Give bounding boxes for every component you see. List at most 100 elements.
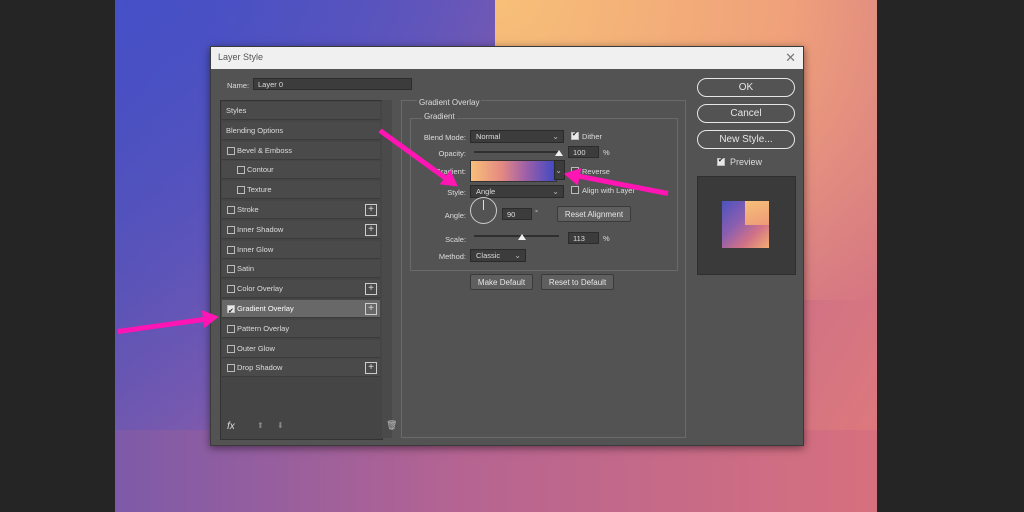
- close-icon[interactable]: ✕: [785, 50, 796, 66]
- reset-to-default-button[interactable]: Reset to Default: [541, 274, 614, 290]
- style-checkbox[interactable]: [237, 166, 245, 175]
- dither-label: Dither: [582, 132, 603, 141]
- gradient-group-title: Gradient: [422, 112, 457, 121]
- style-checkbox[interactable]: [227, 364, 235, 373]
- method-dropdown[interactable]: Classic ⌄: [470, 249, 526, 262]
- style-item-label: Outer Glow: [237, 343, 275, 353]
- chevron-down-icon: ⌄: [555, 166, 562, 175]
- add-instance-icon[interactable]: +: [365, 283, 377, 296]
- styles-list-item[interactable]: Stroke +: [222, 201, 380, 219]
- styles-list-item[interactable]: Drop Shadow +: [222, 359, 380, 378]
- align-with-layer-checkbox[interactable]: [571, 186, 579, 194]
- style-checkbox[interactable]: [227, 265, 235, 274]
- chevron-down-icon: ⌄: [552, 132, 559, 141]
- angle-label: Angle:: [444, 211, 466, 220]
- style-item-label: Stroke: [237, 205, 259, 214]
- styles-list-item[interactable]: Bevel & Emboss: [222, 141, 380, 160]
- add-instance-icon[interactable]: +: [365, 223, 377, 236]
- method-label: Method:: [438, 252, 466, 261]
- dither-checkbox[interactable]: [571, 130, 579, 140]
- styles-list-item[interactable]: Color Overlay +: [222, 280, 380, 299]
- style-checkbox[interactable]: [237, 186, 245, 195]
- style-checkbox[interactable]: [227, 303, 235, 321]
- scale-label: Scale:: [445, 235, 466, 244]
- add-instance-icon[interactable]: +: [365, 204, 377, 216]
- styles-list-item[interactable]: Satin: [222, 260, 380, 279]
- style-item-label: Drop Shadow: [237, 363, 283, 373]
- styles-list-item[interactable]: Gradient Overlay +: [222, 300, 380, 321]
- layer-name-field[interactable]: Layer 0: [253, 78, 412, 90]
- style-value: Angle: [476, 187, 496, 196]
- style-item-label: Gradient Overlay: [237, 304, 294, 313]
- new-style-button[interactable]: New Style...: [697, 130, 795, 149]
- style-item-label: Blending Options: [226, 125, 284, 135]
- style-checkbox[interactable]: [227, 344, 235, 353]
- gradient-swatch[interactable]: [470, 160, 557, 182]
- scale-input[interactable]: 113: [568, 232, 599, 244]
- preview-checkbox[interactable]: [717, 156, 725, 166]
- style-item-label: Bevel & Emboss: [237, 145, 293, 155]
- styles-list-footer: fx ⬆ ⬇ 🗑: [221, 419, 397, 437]
- move-up-icon[interactable]: ⬆: [257, 421, 264, 430]
- blend-mode-dropdown[interactable]: Normal ⌄: [470, 130, 564, 143]
- style-checkbox[interactable]: [227, 225, 235, 234]
- styles-list-item[interactable]: Texture: [222, 181, 380, 200]
- trash-icon[interactable]: 🗑: [386, 420, 397, 431]
- styles-list-scrollbar[interactable]: [382, 100, 392, 438]
- style-checkbox[interactable]: [227, 324, 235, 333]
- styles-list-item[interactable]: Outer Glow: [222, 339, 380, 358]
- preview-box: [697, 176, 796, 275]
- chevron-down-icon: ⌄: [552, 187, 559, 196]
- style-item-label: Inner Shadow: [237, 224, 284, 234]
- preview-thumbnail: [722, 201, 769, 248]
- dialog-titlebar: Layer Style ✕: [211, 47, 803, 69]
- move-down-icon[interactable]: ⬇: [277, 421, 284, 430]
- opacity-slider-thumb[interactable]: [555, 150, 563, 156]
- angle-input[interactable]: 90: [502, 208, 532, 220]
- angle-needle: [483, 200, 484, 210]
- scale-percent: %: [603, 234, 610, 243]
- style-item-label: Pattern Overlay: [237, 323, 290, 333]
- scale-slider-track[interactable]: [474, 235, 559, 237]
- style-item-label: Color Overlay: [237, 284, 283, 294]
- styles-list-item[interactable]: Blending Options: [222, 121, 380, 140]
- style-checkbox[interactable]: [227, 206, 235, 214]
- canvas-background-right: [877, 0, 1024, 512]
- cancel-button[interactable]: Cancel: [697, 104, 795, 123]
- blend-mode-label: Blend Mode:: [423, 133, 466, 142]
- degree-symbol: °: [535, 208, 538, 217]
- styles-list: Styles Blending Options Bevel & Emboss Cont…: [220, 100, 383, 440]
- add-instance-icon[interactable]: +: [365, 303, 377, 315]
- angle-dial[interactable]: [470, 197, 497, 224]
- method-value: Classic: [476, 251, 501, 260]
- opacity-percent: %: [603, 148, 610, 157]
- style-item-label: Texture: [247, 185, 272, 195]
- canvas-background-left: [0, 0, 115, 512]
- styles-list-item[interactable]: Contour: [222, 161, 380, 180]
- style-checkbox[interactable]: [227, 285, 235, 294]
- layer-style-dialog: Layer Style ✕ Name: Layer 0 Styles Blendi…: [210, 46, 804, 446]
- opacity-input[interactable]: 100: [568, 146, 599, 158]
- styles-list-item[interactable]: Pattern Overlay: [222, 319, 380, 338]
- add-instance-icon[interactable]: +: [365, 362, 377, 375]
- scale-slider-thumb[interactable]: [518, 234, 527, 240]
- fx-menu-button[interactable]: fx: [227, 421, 235, 432]
- opacity-label: Opacity:: [438, 149, 466, 158]
- style-item-label: Inner Glow: [237, 244, 274, 254]
- preview-label: Preview: [730, 157, 763, 167]
- chevron-down-icon: ⌄: [514, 251, 521, 260]
- name-label: Name:: [227, 81, 250, 90]
- style-item-label: Contour: [247, 165, 274, 175]
- dialog-title: Layer Style: [218, 52, 264, 62]
- make-default-button[interactable]: Make Default: [470, 274, 533, 290]
- styles-list-item[interactable]: Inner Glow: [222, 240, 380, 259]
- reset-alignment-button[interactable]: Reset Alignment: [557, 206, 631, 222]
- style-label: Style:: [447, 188, 466, 197]
- style-checkbox[interactable]: [227, 245, 235, 254]
- styles-list-item[interactable]: Styles: [222, 102, 380, 120]
- section-title: Gradient Overlay: [417, 98, 482, 107]
- styles-list-item[interactable]: Inner Shadow +: [222, 220, 380, 239]
- opacity-slider-track[interactable]: [474, 151, 559, 153]
- ok-button[interactable]: OK: [697, 78, 795, 97]
- style-checkbox[interactable]: [227, 146, 235, 155]
